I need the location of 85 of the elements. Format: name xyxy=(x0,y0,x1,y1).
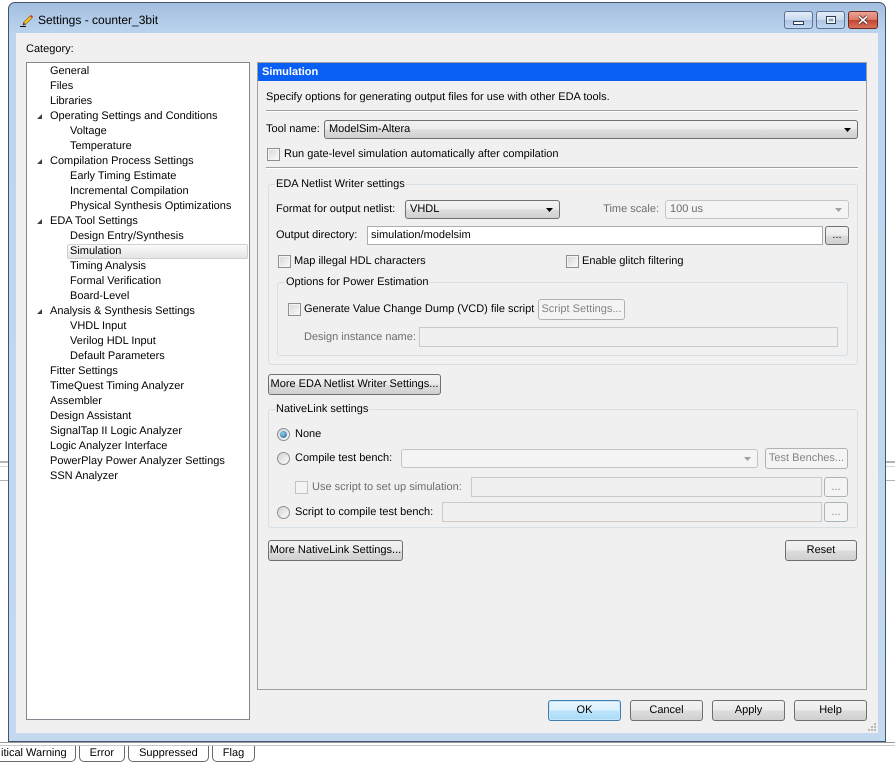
dropdown[interactable]: VHDL xyxy=(405,200,560,219)
caret-icon xyxy=(844,128,851,132)
tree-item[interactable]: SignalTap II Logic Analyzer xyxy=(47,424,186,439)
tree-item[interactable]: PowerPlay Power Analyzer Settings xyxy=(47,454,228,469)
field-label: Tool name: xyxy=(266,123,320,136)
tree-item[interactable]: Fitter Settings xyxy=(47,364,121,379)
dropdown[interactable]: ModelSim-Altera xyxy=(324,120,858,139)
field-label: Format for output netlist: xyxy=(276,203,396,216)
tree-item[interactable]: Design Entry/Synthesis xyxy=(67,229,187,244)
checkbox-label: Map illegal HDL characters xyxy=(294,255,426,268)
field-label: Output directory: xyxy=(276,229,358,242)
caret-icon xyxy=(546,208,553,212)
expander-triangle-icon[interactable] xyxy=(37,219,42,224)
dialog-button[interactable]: OK xyxy=(548,700,621,721)
tree-item[interactable]: Design Assistant xyxy=(47,409,134,424)
tree-item[interactable]: Simulation xyxy=(67,244,248,259)
tree-item[interactable]: Physical Synthesis Optimizations xyxy=(67,199,234,214)
checkbox[interactable] xyxy=(278,255,291,268)
checkbox-label: Run gate-level simulation automatically after compilation xyxy=(284,148,559,161)
tree-item[interactable]: Verilog HDL Input xyxy=(67,334,159,349)
input-field[interactable]: simulation/modelsim xyxy=(367,226,823,245)
description-text: Specify options for generating output files for use with other EDA tools. xyxy=(266,91,610,104)
tree-item[interactable]: Files xyxy=(47,79,76,94)
message-tab[interactable]: Suppressed xyxy=(128,746,209,762)
reset-button[interactable]: Reset xyxy=(785,540,857,561)
tree-item[interactable]: Board-Level xyxy=(67,289,132,304)
window-title: Settings - counter_3bit xyxy=(38,13,158,27)
more-settings-button[interactable]: More NativeLink Settings... xyxy=(268,540,403,561)
resize-grip-icon[interactable] xyxy=(867,722,876,731)
caret-icon xyxy=(835,208,842,212)
category-label: Category: xyxy=(26,43,74,56)
field-label: Design instance name: xyxy=(304,330,416,343)
tree-item[interactable]: Temperature xyxy=(67,139,135,154)
tree-item[interactable]: VHDL Input xyxy=(67,319,130,334)
message-tab[interactable]: itical Warning xyxy=(0,746,76,762)
radio-button[interactable] xyxy=(277,506,290,518)
minimize-icon xyxy=(793,21,804,25)
pencil-icon xyxy=(20,13,34,27)
dialog-button[interactable]: Help xyxy=(794,700,867,721)
close-button[interactable] xyxy=(848,11,878,29)
close-icon xyxy=(857,15,869,25)
tree-item[interactable]: Timing Analysis xyxy=(67,259,150,274)
tree-item[interactable]: Default Parameters xyxy=(67,349,168,364)
checkbox-label: Generate Value Change Dump (VCD) file script xyxy=(304,303,534,316)
tree-item[interactable]: EDA Tool Settings xyxy=(47,214,141,229)
message-tab[interactable]: Flag xyxy=(212,746,256,762)
minimize-button[interactable] xyxy=(784,11,813,29)
radio-button[interactable] xyxy=(277,428,290,441)
tree-item[interactable]: Early Timing Estimate xyxy=(67,169,180,184)
expander-triangle-icon[interactable] xyxy=(37,114,42,119)
checkbox[interactable] xyxy=(288,303,301,316)
group-title: Options for Power Estimation xyxy=(285,276,430,289)
radio-button[interactable] xyxy=(277,452,290,465)
browse-button[interactable]: ... xyxy=(825,226,849,245)
panel-title-bar: Simulation xyxy=(258,63,866,81)
tree-item[interactable]: Formal Verification xyxy=(67,274,164,289)
tree-item[interactable]: Voltage xyxy=(67,124,110,139)
checkbox-label: Enable glitch filtering xyxy=(582,255,684,268)
message-tab[interactable]: Error xyxy=(78,746,126,762)
maximize-icon xyxy=(826,16,836,24)
tree-item[interactable]: Libraries xyxy=(47,94,96,109)
radio-label: None xyxy=(295,428,322,440)
radio-label: Compile test bench: xyxy=(295,452,392,464)
tree-item[interactable]: TimeQuest Timing Analyzer xyxy=(47,379,188,394)
checkbox[interactable] xyxy=(267,148,280,161)
dialog-button[interactable]: Cancel xyxy=(630,700,703,721)
tree-item[interactable]: Incremental Compilation xyxy=(67,184,192,199)
more-settings-button[interactable]: More EDA Netlist Writer Settings... xyxy=(268,374,441,395)
dialog-button[interactable]: Apply xyxy=(712,700,785,721)
field-label: Time scale: xyxy=(603,203,659,216)
maximize-button[interactable] xyxy=(816,11,845,29)
expander-triangle-icon[interactable] xyxy=(37,309,42,314)
checkbox-label: Use script to set up simulation: xyxy=(312,480,462,493)
group-title: EDA Netlist Writer settings xyxy=(275,178,406,191)
expander-triangle-icon[interactable] xyxy=(37,159,42,164)
tree-item[interactable]: Analysis & Synthesis Settings xyxy=(47,304,198,319)
checkbox[interactable] xyxy=(566,255,579,268)
tree-item[interactable]: Compilation Process Settings xyxy=(47,154,197,169)
tree-item[interactable]: General xyxy=(47,64,92,79)
radio-label: Script to compile test bench: xyxy=(295,506,434,518)
tree-item[interactable]: SSN Analyzer xyxy=(47,469,121,484)
tree-item[interactable]: Assembler xyxy=(47,394,105,409)
tree-item[interactable]: Logic Analyzer Interface xyxy=(47,439,170,454)
group-title: NativeLink settings xyxy=(275,403,370,416)
tree-item[interactable]: Operating Settings and Conditions xyxy=(47,109,221,124)
